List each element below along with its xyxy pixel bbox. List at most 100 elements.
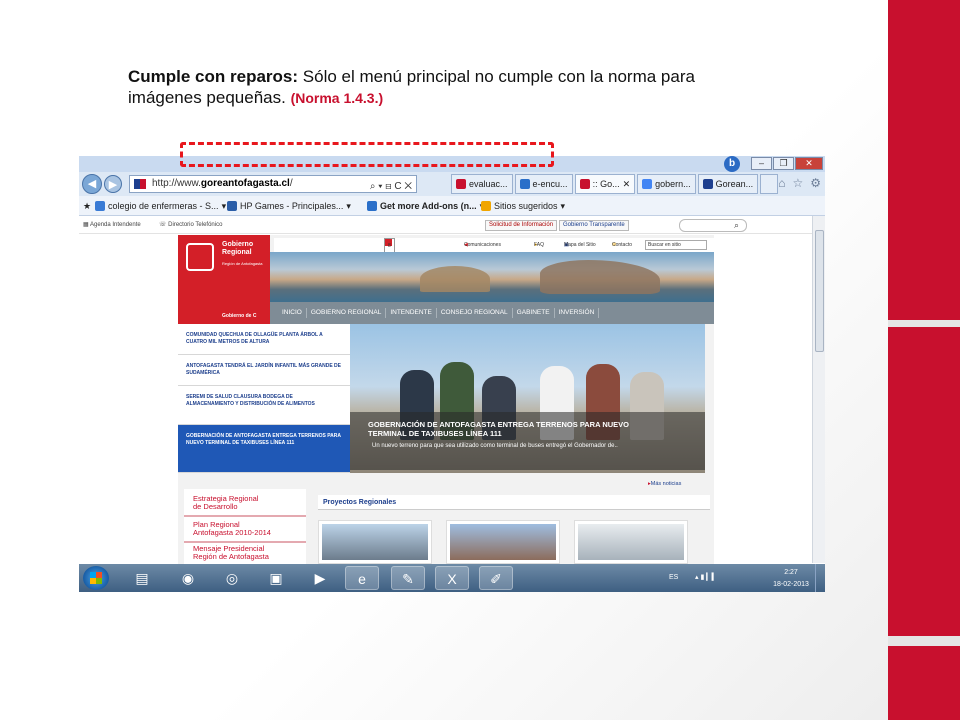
tab-3[interactable]: gobern... (637, 174, 696, 194)
main-menu: INICIO GOBIERNO REGIONAL INTENDENTE CONSEJO… (270, 302, 714, 324)
site-page: Gobierno Regional Región de Antofagasta … (178, 235, 714, 564)
explorer-icon[interactable]: ▤ (125, 566, 159, 590)
sidebar-link[interactable]: Mensaje Presidencial Región de Antofagas… (184, 545, 306, 564)
favorite-item[interactable]: HP Games - Principales... ▾ (227, 196, 351, 216)
transparente-link[interactable]: Gobierno Transparente (559, 220, 629, 231)
menu-item[interactable]: INVERSIÓN (555, 308, 600, 318)
header-banner (270, 252, 714, 302)
close-icon[interactable]: ✕ (795, 157, 823, 170)
excel-icon[interactable]: X (435, 566, 469, 590)
sidebar-links: Estrategia Regional de Desarrollo Plan Re… (184, 489, 306, 564)
chevron-down-icon[interactable]: ▾ (561, 196, 566, 216)
ie-icon (519, 179, 530, 189)
language-indicator[interactable]: ES (669, 572, 678, 584)
menu-item[interactable]: CONSEJO REGIONAL (437, 308, 513, 318)
vertical-scrollbar[interactable] (812, 216, 825, 563)
start-button[interactable] (83, 566, 109, 590)
hp-icon[interactable]: ◉ (171, 566, 205, 590)
caption-norm: (Norma 1.4.3.) (290, 90, 384, 106)
site-utility-bar: ▦ Agenda Intendente ☏ Directorio Telefón… (79, 216, 825, 234)
decorative-side-bar (888, 0, 960, 720)
paintbrush-icon[interactable]: ✐ (479, 566, 513, 590)
more-news-link[interactable]: Más noticias (648, 481, 682, 487)
logo-subtitle: Región de Antofagasta (222, 261, 263, 266)
menu-item[interactable]: GABINETE (513, 308, 555, 318)
caption-verdict: Cumple con reparos: (128, 67, 299, 86)
favorite-item[interactable]: Get more Add-ons (n... ▾ (367, 196, 484, 216)
address-bar[interactable]: http://www.goreantofagasta.cl/ ⌕ ▾ ⊟ C ✕ (129, 175, 417, 193)
menu-item[interactable]: INTENDENTE (386, 308, 437, 318)
site-header: Gobierno Regional Región de Antofagasta … (178, 235, 714, 324)
crest-icon (186, 243, 214, 271)
projects-section: Proyectos Regionales (318, 495, 710, 564)
favorite-item[interactable]: colegio de enfermeras - S... ▾ (95, 196, 226, 216)
site-logo[interactable]: Gobierno Regional Región de Antofagasta … (178, 235, 270, 324)
news-item[interactable]: SEREMI DE SALUD CLAUSURA BODEGA DE ALMAC… (178, 386, 350, 425)
maximize-icon[interactable]: ❐ (773, 157, 794, 170)
tab-1[interactable]: e-encu... (514, 174, 573, 194)
close-tab-icon[interactable]: ✕ (623, 175, 631, 193)
tab-2[interactable]: :: Go... ✕ (574, 174, 636, 194)
logo-title: Gobierno Regional (222, 241, 254, 256)
tray-icons[interactable]: ▴ ▮ ▎▍ (695, 572, 717, 584)
minimize-icon[interactable]: – (751, 157, 772, 170)
photo-caption: GOBERNACIÓN DE ANTOFAGASTA ENTREGA TERRE… (350, 412, 705, 470)
site-top-links: 8 ◀ Comunicaciones ● FAQ ▣ Mapa del Siti… (274, 238, 714, 254)
site-favicon (134, 179, 146, 189)
slide-caption: Cumple con reparos: Sólo el menú princip… (128, 66, 748, 109)
scroll-thumb[interactable] (815, 230, 824, 352)
agenda-link[interactable]: ▦ Agenda Intendente (83, 216, 141, 234)
projects-title: Proyectos Regionales (318, 495, 710, 510)
phone-icon: ☏ (159, 222, 169, 228)
paint-icon[interactable]: ✎ (391, 566, 425, 590)
site-search-box[interactable]: Buscar en sitio (645, 240, 707, 250)
new-tab-button[interactable] (760, 174, 779, 194)
bing-icon[interactable]: b (724, 156, 740, 172)
tab-label: gobern... (655, 179, 691, 189)
forward-button[interactable]: ▶ (104, 175, 122, 193)
gear-icon[interactable]: ⚙ (810, 176, 821, 190)
favorite-item[interactable]: Sitios sugeridos ▾ (481, 196, 565, 216)
address-tools[interactable]: ⌕ ▾ ⊟ C ✕ (370, 179, 412, 195)
featured-photo[interactable]: GOBERNACIÓN DE ANTOFAGASTA ENTREGA TERRE… (350, 324, 705, 473)
news-item[interactable]: COMUNIDAD QUECHUA DE OLLAGÜE PLANTA ÁRBO… (178, 324, 350, 355)
project-thumb[interactable] (574, 520, 688, 564)
calendar-icon: ▦ (83, 222, 91, 228)
address-suffix: / (289, 178, 293, 189)
project-thumb[interactable] (446, 520, 560, 564)
chrome-icon[interactable]: ◎ (215, 566, 249, 590)
solicitud-link[interactable]: Solicitud de Información (485, 220, 558, 231)
tab-0[interactable]: evaluac... (451, 174, 513, 194)
chevron-down-icon[interactable]: ▾ (222, 196, 227, 216)
project-thumb[interactable] (318, 520, 432, 564)
favorite-icon (95, 201, 105, 211)
window-controls: – ❐ ✕ (751, 157, 823, 170)
show-desktop-button[interactable] (815, 564, 825, 592)
news-item[interactable]: ANTOFAGASTA TENDRÁ EL JARDÍN INFANTIL MÁ… (178, 355, 350, 386)
favorites-icon[interactable]: ☆ (792, 176, 803, 190)
media-player-icon[interactable]: ▶ (303, 566, 337, 590)
browser-tools: ⌂ ☆ ⚙ (778, 176, 821, 190)
news-item[interactable]: GOBERNACIÓN DE ANTOFAGASTA ENTREGA TERRE… (178, 425, 350, 473)
menu-item[interactable]: GOBIERNO REGIONAL (307, 308, 387, 318)
toolbox-icon[interactable]: ▣ (259, 566, 293, 590)
tab-4[interactable]: Gorean... (697, 174, 759, 194)
menu-item[interactable]: INICIO (278, 308, 307, 318)
menu-highlight-box (180, 142, 554, 167)
internet-explorer-icon[interactable]: e (345, 566, 379, 590)
google-icon (642, 179, 653, 189)
navigation-bar: ◀ ▶ http://www.goreantofagasta.cl/ ⌕ ▾ ⊟… (79, 172, 825, 196)
photo-title: GOBERNACIÓN DE ANTOFAGASTA ENTREGA TERRE… (368, 420, 629, 438)
globe-icon (702, 179, 713, 189)
search-icon[interactable]: ⌕ (734, 216, 739, 234)
back-button[interactable]: ◀ (82, 174, 102, 194)
tab-strip: evaluac... e-encu...:: Go... ✕ gobern... Gor… (451, 174, 780, 194)
chevron-down-icon[interactable]: ▾ (346, 196, 351, 216)
directorio-link[interactable]: ☏ Directorio Telefónico (159, 216, 222, 234)
address-domain: goreantofagasta.cl (200, 178, 290, 189)
clock[interactable]: 2:27 18-02-2013 (771, 567, 811, 591)
sidebar-link[interactable]: Estrategia Regional de Desarrollo (184, 495, 306, 517)
sidebar-link[interactable]: Plan Regional Antofagasta 2010-2014 (184, 521, 306, 543)
add-favorite-icon[interactable]: ★ (83, 196, 91, 216)
home-icon[interactable]: ⌂ (778, 176, 785, 190)
